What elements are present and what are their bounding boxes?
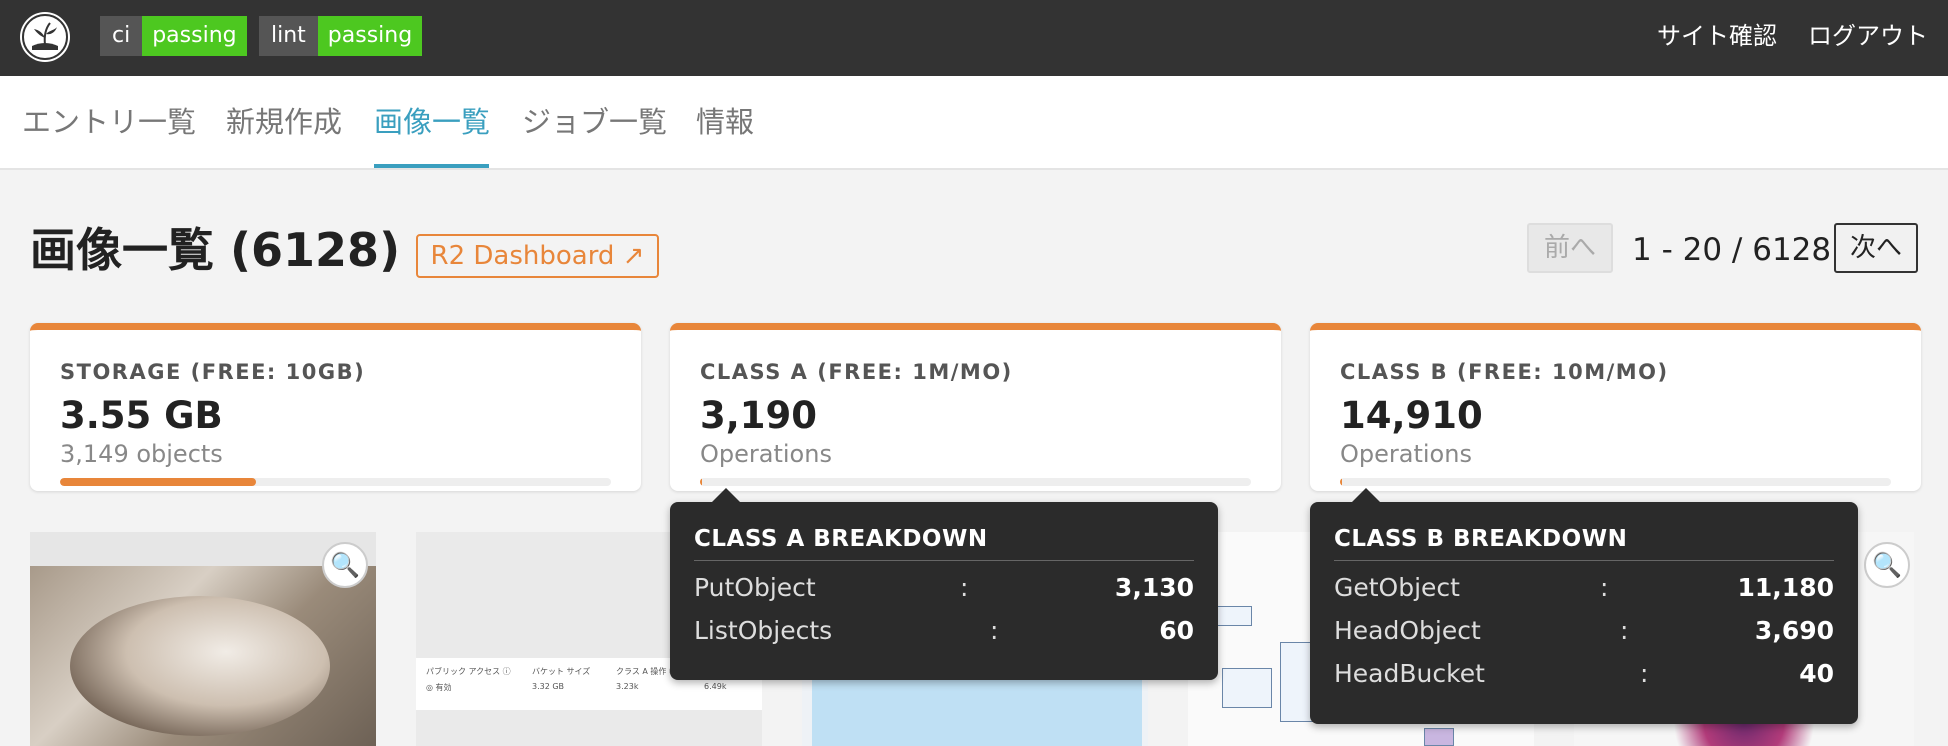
table-cell: 3.32 GB [532,682,565,691]
breakdown-row: PutObject : 3,130 [694,570,1194,606]
stat-value: 3,190 [700,394,818,437]
usage-bar [60,478,611,486]
tooltip-arrow [1350,488,1382,504]
usage-bar [700,478,1251,486]
stat-subtext: 3,149 objects [60,440,223,468]
storage-stat-card: STORAGE (FREE: 10GB) 3.55 GB 3,149 objec… [30,323,641,491]
operation-name: GetObject [1334,573,1460,602]
diagram-node [1424,728,1454,746]
table-header: パブリック アクセス ⓘ [426,667,511,676]
top-bar: ci passing lint passing サイト確認 ログアウト [0,0,1948,76]
usage-bar-fill [60,478,256,486]
operation-name: HeadBucket [1334,659,1485,688]
logout-link[interactable]: ログアウト [1808,20,1928,52]
prev-page-button[interactable]: 前へ [1527,223,1613,273]
site-check-link[interactable]: サイト確認 [1657,20,1777,52]
main-nav: エントリ一覧 新規作成 画像一覧 ジョブ一覧 情報 [0,76,1948,170]
pagination-range: 1 - 20 / 6128 [1632,232,1832,268]
stat-value: 3.55 GB [60,394,223,437]
separator: : [960,573,969,602]
diagram-node [1222,668,1272,708]
tooltip-title: CLASS A BREAKDOWN [694,526,988,552]
stat-subtext: Operations [700,440,832,468]
active-tab-indicator [374,164,489,168]
badge-key: ci [100,16,143,56]
class-b-breakdown-tooltip: CLASS B BREAKDOWN GetObject : 11,180 Hea… [1310,488,1858,724]
cat-figure [70,596,330,736]
page-title: 画像一覧 (6128) [30,223,401,277]
plant-logo-icon[interactable] [20,12,70,62]
breakdown-row: ListObjects : 60 [694,613,1194,649]
usage-bar-fill [700,478,703,486]
badge-value: passing [317,16,423,56]
next-page-button[interactable]: 次へ [1834,223,1918,273]
operation-count: 3,130 [1114,573,1194,602]
separator: : [1640,659,1649,688]
cat-photo [30,566,376,746]
class-b-stat-card[interactable]: CLASS B (FREE: 10M/MO) 14,910 Operations [1310,323,1921,491]
badge-key: lint [259,16,318,56]
tooltip-title: CLASS B BREAKDOWN [1334,526,1628,552]
table-cell: 6.49k [704,682,727,691]
usage-bar-fill [1340,478,1343,486]
tab-images[interactable]: 画像一覧 [374,102,490,142]
operation-name: PutObject [694,573,816,602]
stat-subtext: Operations [1340,440,1472,468]
lint-status-badge[interactable]: lint passing [259,16,423,56]
operation-count: 40 [1799,659,1834,688]
tab-jobs[interactable]: ジョブ一覧 [522,102,667,142]
operation-count: 11,180 [1737,573,1834,602]
tooltip-divider [694,560,1194,561]
tab-entries[interactable]: エントリ一覧 [22,102,196,142]
tab-info[interactable]: 情報 [696,102,754,142]
stat-value: 14,910 [1340,394,1483,437]
table-header: バケット サイズ [532,667,591,676]
image-thumbnail-cat[interactable]: 🔍 [30,532,376,746]
r2-dashboard-button[interactable]: R2 Dashboard ↗ [416,234,659,278]
tab-new[interactable]: 新規作成 [226,102,342,142]
ci-status-badge[interactable]: ci passing [100,16,247,56]
operation-name: HeadObject [1334,616,1481,645]
stat-label: STORAGE (FREE: 10GB) [60,360,366,384]
table-cell: 3.23k [616,682,639,691]
usage-bar [1340,478,1891,486]
page-preview-block [812,672,1142,746]
magnifier-icon[interactable]: 🔍 [1864,542,1910,588]
operation-count: 60 [1159,616,1194,645]
operation-count: 3,690 [1754,616,1834,645]
table-header: クラス A 操作 ⓘ [616,667,677,676]
breakdown-row: HeadBucket : 40 [1334,656,1834,692]
separator: : [1620,616,1629,645]
class-a-breakdown-tooltip: CLASS A BREAKDOWN PutObject : 3,130 List… [670,488,1218,680]
breakdown-row: GetObject : 11,180 [1334,570,1834,606]
stat-label: CLASS A (FREE: 1M/MO) [700,360,1013,384]
table-cell: ◎ 有効 [426,683,452,692]
stat-label: CLASS B (FREE: 10M/MO) [1340,360,1669,384]
magnifier-icon[interactable]: 🔍 [322,542,368,588]
tooltip-divider [1334,560,1834,561]
class-a-stat-card[interactable]: CLASS A (FREE: 1M/MO) 3,190 Operations [670,323,1281,491]
separator: : [1600,573,1609,602]
operation-name: ListObjects [694,616,833,645]
tooltip-arrow [710,488,742,504]
badge-value: passing [142,16,247,56]
breakdown-row: HeadObject : 3,690 [1334,613,1834,649]
separator: : [990,616,999,645]
